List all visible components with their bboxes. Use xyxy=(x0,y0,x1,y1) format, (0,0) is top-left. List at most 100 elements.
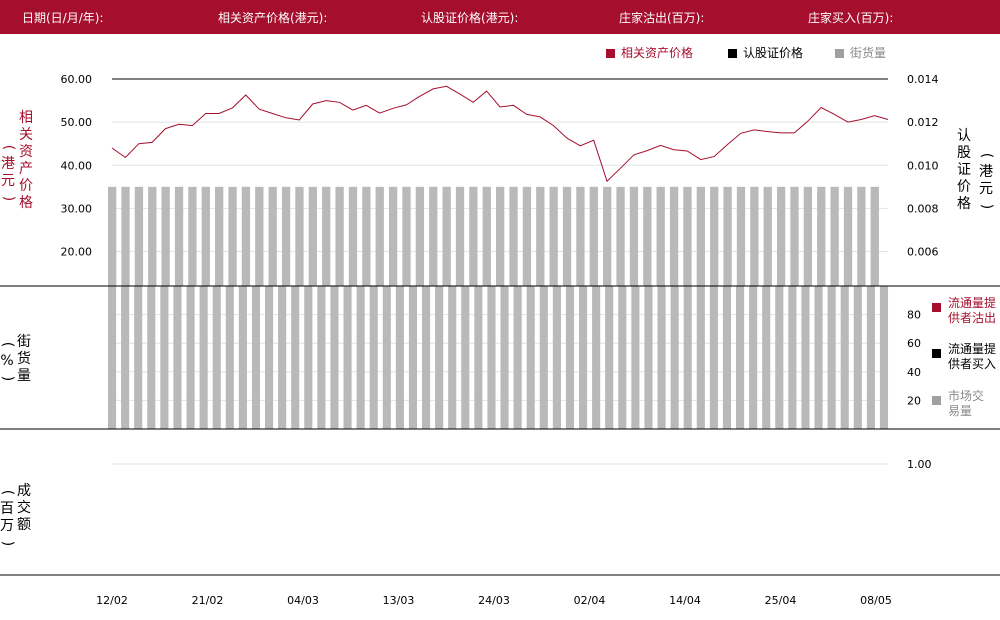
vt-left-char: 关 xyxy=(19,127,33,143)
left-tick-label: 30.00 xyxy=(61,202,93,215)
volume-bar xyxy=(147,286,156,429)
street-bar xyxy=(830,186,839,286)
street-bar xyxy=(442,186,451,286)
volume-bar xyxy=(696,286,705,429)
vt-left-unit-char: 港 xyxy=(1,156,15,172)
legend-lp-sell-text: 流通量提供者沽出 xyxy=(948,296,997,325)
vt-street-unit-char: % xyxy=(0,353,14,369)
volume-bar xyxy=(866,286,875,429)
x-tick-label: 02/04 xyxy=(574,594,606,607)
volume-bar xyxy=(683,286,692,429)
legend-lp-buy-text: 流通量提供者买入 xyxy=(948,342,997,371)
vt-street-char: 货 xyxy=(17,351,31,367)
vt-left-unit-char: ( xyxy=(0,144,17,151)
vt-turn-unit-char: 百 xyxy=(0,501,14,517)
volume-bar xyxy=(121,286,130,429)
street-bar xyxy=(616,186,625,286)
vt-left-char: 产 xyxy=(19,161,33,177)
street-bar xyxy=(335,186,344,286)
vt-street-char: 街 xyxy=(17,334,31,350)
street-bar xyxy=(669,186,679,286)
right-tick-label: 0.008 xyxy=(907,202,939,215)
street-bar xyxy=(522,186,532,286)
street-bar xyxy=(429,186,438,286)
vt-left-char: 格 xyxy=(19,195,33,211)
volume-bar xyxy=(278,286,287,429)
street-pct-title: 街货量 xyxy=(14,334,34,385)
volume-bar xyxy=(369,286,378,429)
volume-tick-label: 40 xyxy=(907,366,921,379)
street-bar xyxy=(174,186,184,286)
volume-bar xyxy=(225,286,234,429)
street-bar xyxy=(375,186,384,286)
street-bar xyxy=(402,186,411,286)
street-bar xyxy=(776,186,786,286)
street-bar xyxy=(348,186,358,286)
volume-tick-label: 20 xyxy=(907,394,921,407)
volume-bar xyxy=(618,286,627,429)
street-bar xyxy=(817,186,826,286)
turnover-title: 成交额 xyxy=(14,483,34,534)
vt-turn-unit-char: ( xyxy=(0,489,16,496)
x-tick-label: 04/03 xyxy=(287,594,319,607)
right-price-unit: (港元) xyxy=(976,147,996,215)
street-bar xyxy=(763,186,772,286)
right-tick-label: 0.012 xyxy=(907,116,939,129)
turnover-tick-label: 1.00 xyxy=(907,458,932,471)
street-bar xyxy=(295,186,304,286)
street-bar xyxy=(308,186,317,286)
street-bar xyxy=(268,186,277,286)
volume-bar xyxy=(749,286,758,429)
volume-bar xyxy=(265,286,274,429)
street-bar xyxy=(228,186,237,286)
vt-left-unit-char: ) xyxy=(0,195,17,202)
vt-turn-char: 额 xyxy=(17,517,31,533)
legend-swatch-lp-buy xyxy=(932,349,941,358)
right-tick-label: 0.010 xyxy=(907,159,939,172)
street-bar xyxy=(643,186,652,286)
volume-bar xyxy=(160,286,169,429)
street-bar xyxy=(281,186,291,286)
street-bar xyxy=(134,186,144,286)
volume-tick-label: 60 xyxy=(907,337,921,350)
volume-bar xyxy=(644,286,653,429)
volume-bar xyxy=(461,286,470,429)
street-bar xyxy=(683,186,692,286)
volume-bar xyxy=(722,286,732,429)
left-tick-label: 40.00 xyxy=(61,159,93,172)
x-tick-label: 21/02 xyxy=(192,594,224,607)
vt-street-unit-char: ) xyxy=(0,375,16,382)
street-bar xyxy=(629,186,639,286)
street-bar xyxy=(362,186,371,286)
vt-turn-unit-char: ) xyxy=(0,540,16,547)
street-bar xyxy=(388,186,398,286)
underlying-line xyxy=(111,85,889,183)
left-tick-label: 50.00 xyxy=(61,116,93,129)
street-bar xyxy=(415,186,425,286)
volume-bar xyxy=(565,286,575,429)
right-tick-label: 0.014 xyxy=(907,73,939,86)
street-bar xyxy=(562,186,572,286)
x-tick-label: 24/03 xyxy=(478,594,510,607)
street-bar xyxy=(241,186,251,286)
vt-left-char: 相 xyxy=(19,110,33,126)
volume-bar xyxy=(448,286,457,429)
street-bar xyxy=(536,186,545,286)
volume-bar xyxy=(356,286,365,429)
turnover-unit: (百万) xyxy=(0,484,17,552)
right-price-title: 认股证价格 xyxy=(954,128,974,213)
volume-bar xyxy=(474,286,483,429)
volume-bar xyxy=(526,286,535,429)
volume-bar xyxy=(879,286,889,429)
volume-bar xyxy=(592,286,601,429)
underlying-price-series xyxy=(111,85,889,183)
street-bar xyxy=(696,186,705,286)
x-tick-label: 12/02 xyxy=(96,594,128,607)
street-bar xyxy=(790,186,799,286)
street-bar xyxy=(148,186,157,286)
vt-left-unit-char: 元 xyxy=(1,173,15,189)
street-bar xyxy=(603,186,612,286)
vt-left-char: 价 xyxy=(19,178,33,194)
street-bar xyxy=(255,186,264,286)
street-bar xyxy=(857,186,866,286)
